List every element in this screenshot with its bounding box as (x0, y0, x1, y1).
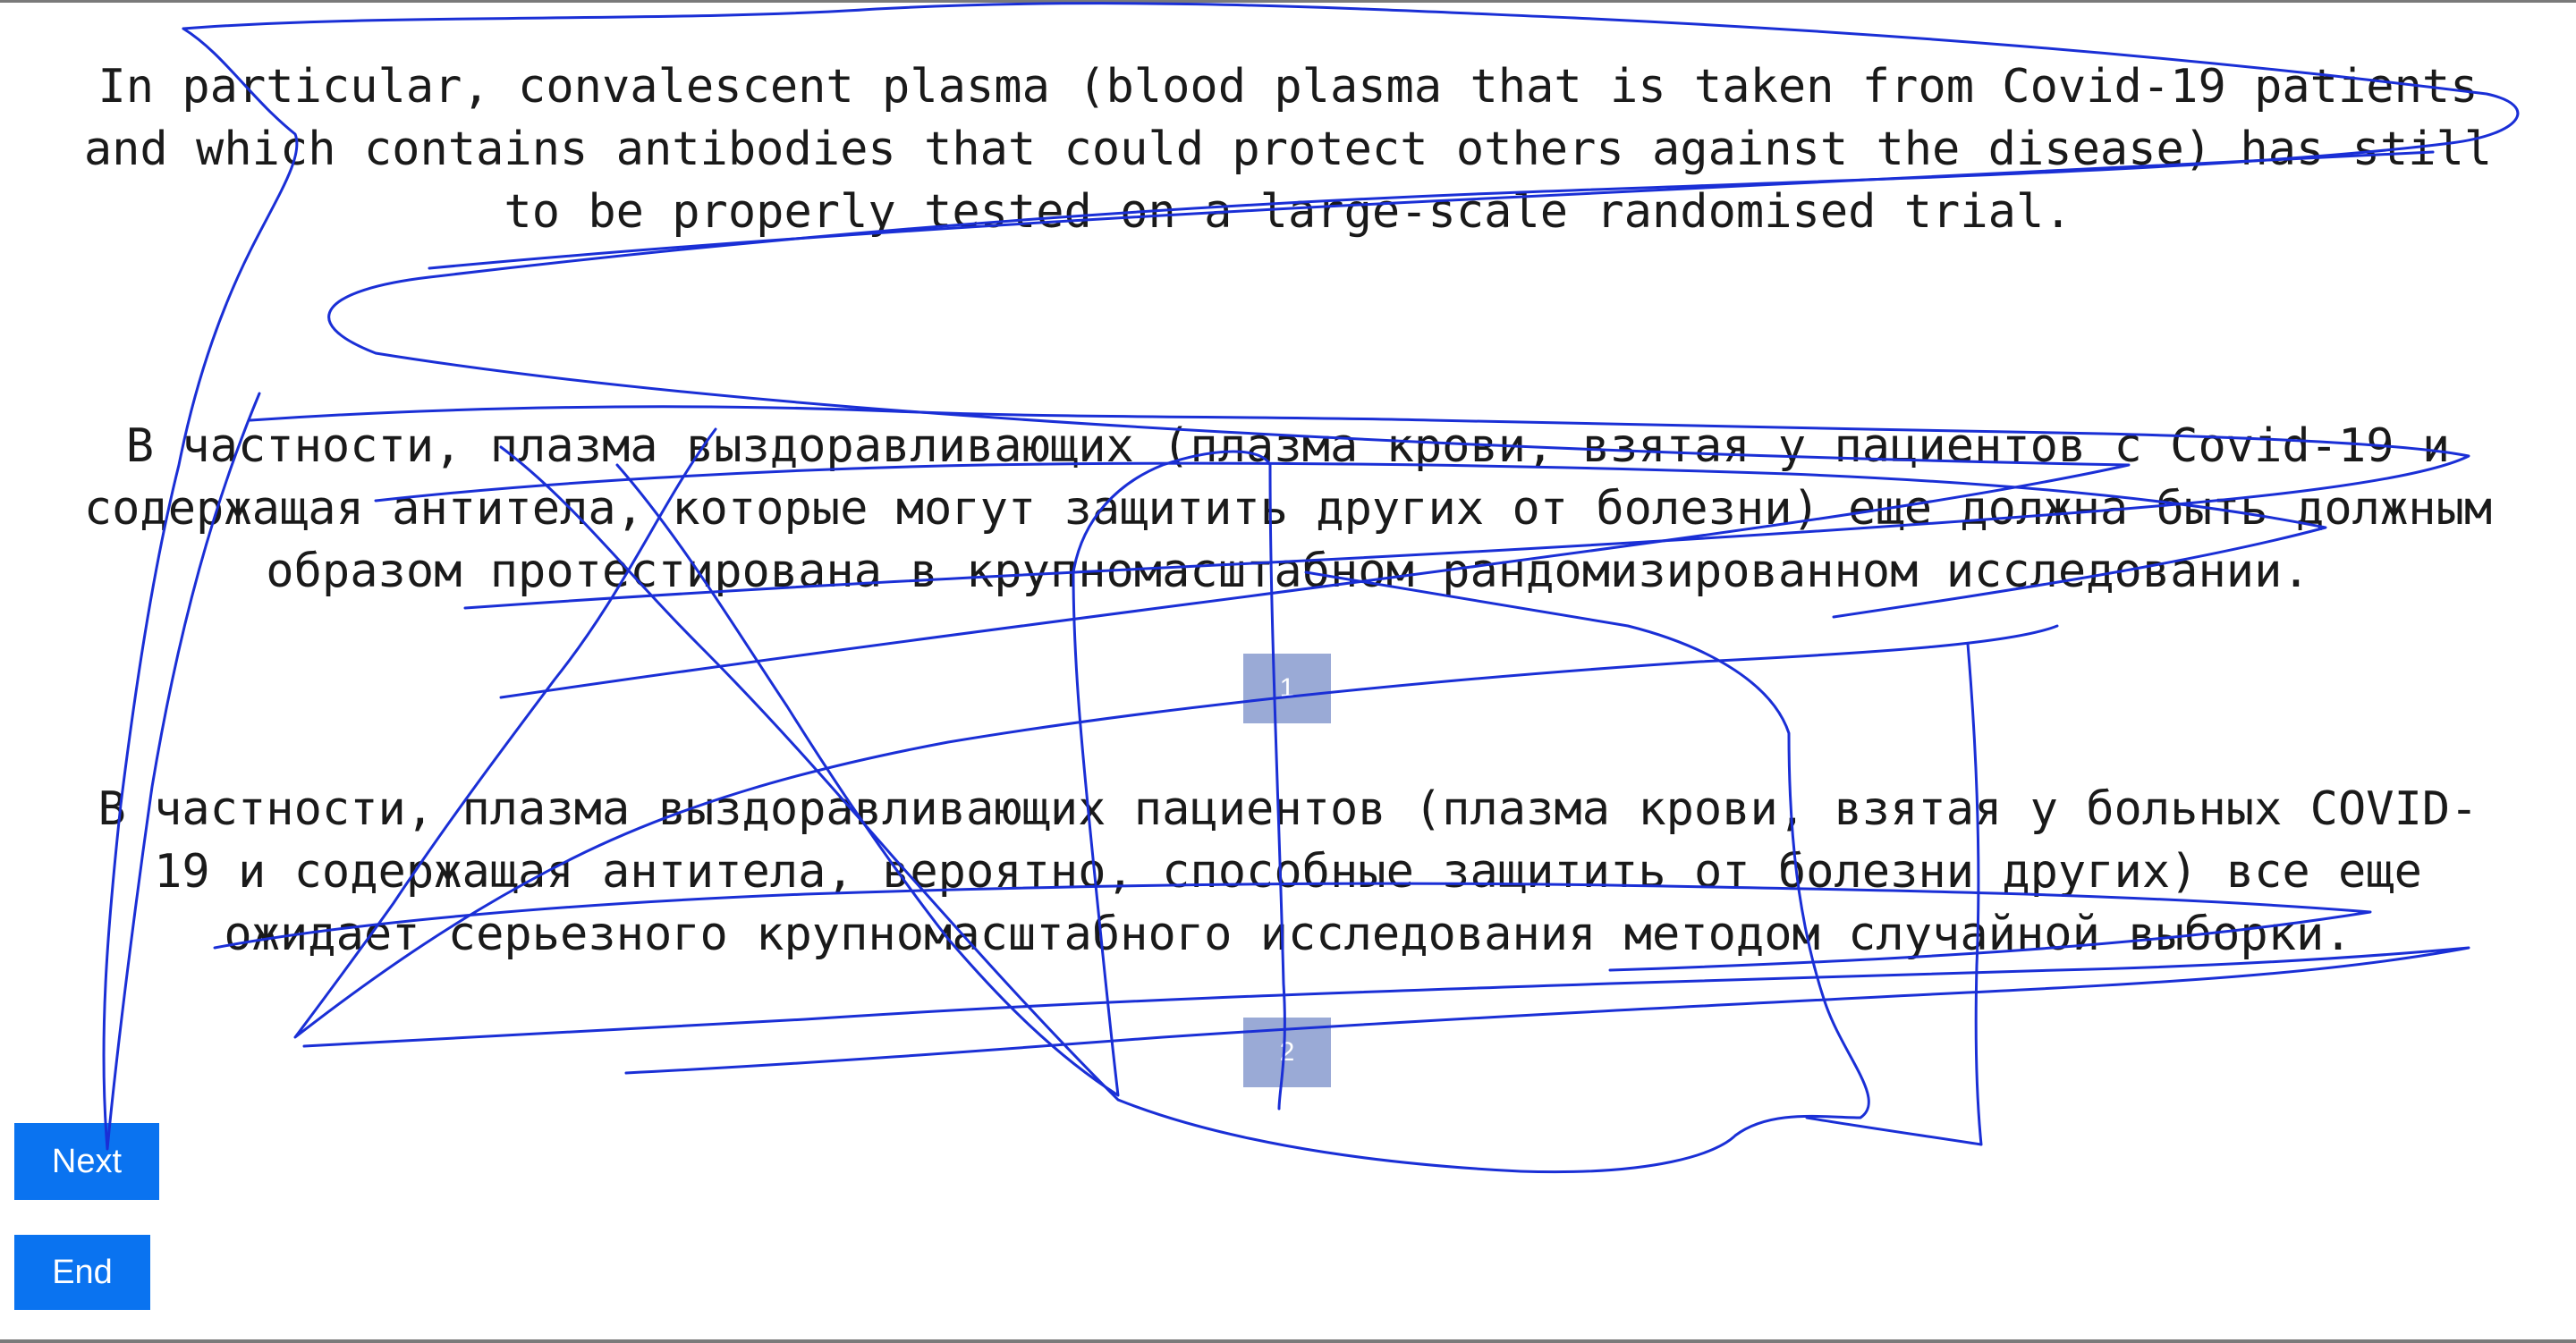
reference-line: В частности, плазма выздоравливающих (пл… (125, 419, 2451, 473)
scribble-stroke-lower (302, 946, 2470, 1075)
bottom-border (0, 1339, 2576, 1343)
rating-box-2[interactable]: 2 (1243, 1018, 1331, 1087)
candidate-line: ожидает серьезного крупномасштабного исс… (224, 908, 2352, 961)
next-button[interactable]: Next (14, 1123, 159, 1200)
candidate-line: 19 и содержащая антитела, вероятно, спос… (154, 845, 2422, 899)
candidate-line: В частности, плазма выздоравливающих пац… (97, 782, 2479, 836)
reference-translation: В частности, плазма выздоравливающих (пл… (0, 415, 2576, 603)
source-line: In particular, convalescent plasma (bloo… (97, 60, 2479, 114)
reference-line: содержащая антитела, которые могут защит… (83, 482, 2493, 536)
rating-box-1[interactable]: 1 (1243, 654, 1331, 723)
source-text: In particular, convalescent plasma (bloo… (0, 55, 2576, 243)
top-border (0, 0, 2576, 3)
source-line: and which contains antibodies that could… (83, 122, 2493, 176)
end-button[interactable]: End (14, 1235, 150, 1310)
candidate-translation: В частности, плазма выздоравливающих пац… (0, 778, 2576, 966)
source-line: to be properly tested on a large-scale r… (504, 185, 2072, 239)
reference-line: образом протестирована в крупномасштабно… (266, 545, 2310, 598)
